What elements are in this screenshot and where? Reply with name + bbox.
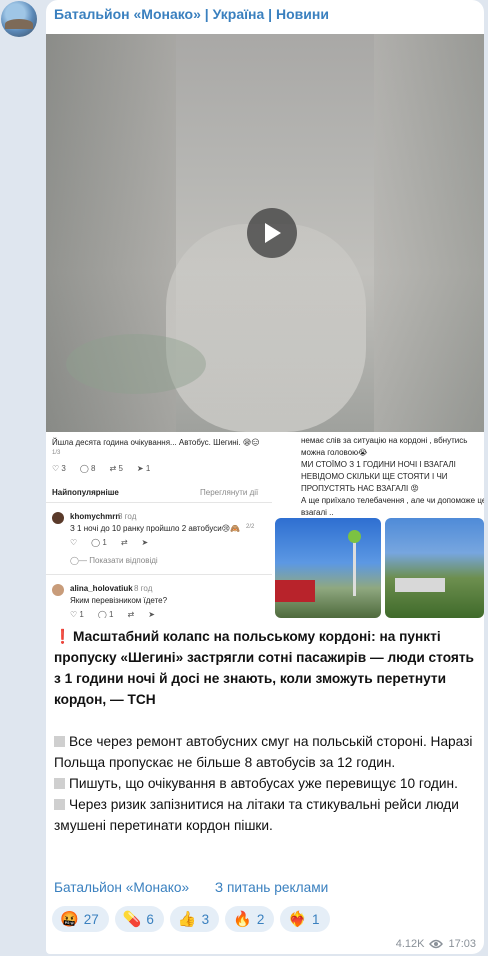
- heart-on-fire-icon: ❤️‍🔥: [288, 910, 308, 928]
- message-text: ❗ Масштабний колапс на польському кордоні…: [54, 626, 478, 836]
- exclamation-icon: ❗: [54, 629, 72, 644]
- comment-user: khomychmrn: [70, 512, 121, 521]
- reactions: 🤬 27 💊 6 👍 3 🔥 2 ❤️‍🔥 1: [52, 906, 330, 932]
- message-bubble: Батальйон «Монако» | Україна | Новини Йш…: [46, 0, 484, 954]
- bullet-icon: [54, 799, 65, 810]
- comment-time: 8 год: [134, 584, 153, 593]
- post-text: Йшла десята година очікування... Автобус…: [52, 438, 260, 447]
- comment-text: Яким перевізником їдете?: [70, 596, 168, 605]
- views-count: 4.12K: [395, 938, 425, 950]
- media-collage[interactable]: Йшла десята година очікування... Автобус…: [46, 432, 484, 618]
- comment-user: alina_holovatiuk: [70, 584, 133, 593]
- sort-label: Найпопулярніше: [52, 488, 119, 497]
- bullet-icon: [54, 736, 65, 747]
- channel-link[interactable]: Батальйон «Монако»: [54, 880, 189, 895]
- reaction-pill[interactable]: 💊 6: [114, 906, 164, 932]
- comment-text: З 1 ночі до 10 ранку пройшло 2 автобуси😢…: [70, 524, 241, 533]
- message-time: 17:03: [448, 938, 476, 950]
- comment-time: 8 год: [118, 512, 137, 521]
- headline: Масштабний колапс на польському кордоні:…: [54, 629, 474, 707]
- thumbs-up-icon: 👍: [177, 910, 197, 928]
- play-icon: [265, 223, 281, 243]
- avatar: [52, 584, 64, 596]
- post-page: 1/3: [52, 450, 61, 456]
- video-preview[interactable]: [46, 34, 484, 432]
- fire-icon: 🔥: [233, 910, 252, 928]
- photo-bus: [275, 518, 381, 618]
- channel-name[interactable]: Батальйон «Монако» | Україна | Новини: [54, 6, 329, 22]
- pill-icon: 💊: [122, 910, 142, 928]
- play-button[interactable]: [247, 208, 297, 258]
- comment-actions: ♡ ◯ 1 ⇄ ➤: [70, 538, 149, 547]
- reaction-thumbs-up[interactable]: 👍 3: [169, 906, 220, 932]
- bullet-text: Все через ремонт автобусних смуг на поль…: [54, 734, 473, 770]
- show-replies: ◯— Показати відповіді: [70, 556, 158, 565]
- bullet-text: Пишуть, що очікування в автобусах уже пе…: [69, 776, 458, 791]
- reaction-fire[interactable]: 🔥 2: [225, 906, 275, 932]
- photo-queue: [385, 518, 484, 618]
- screenshot-left: Йшла десята година очікування... Автобус…: [46, 432, 272, 618]
- post-actions: ♡ 3 ◯ 8 ⇄ 5 ➤ 1: [52, 464, 151, 473]
- comment-actions: ♡ 1 ◯ 1 ⇄ ➤: [70, 610, 155, 618]
- eye-icon: [429, 939, 444, 949]
- angry-face-icon: 🤬: [60, 910, 79, 928]
- avatar: [52, 512, 64, 524]
- screenshot-right: немає слів за ситуацію на кордоні , вбну…: [273, 432, 484, 618]
- message-meta: 4.12K 17:03: [396, 938, 476, 950]
- footer-links: Батальйон «Монако» З питань реклами: [54, 880, 350, 895]
- bullet-icon: [54, 778, 65, 789]
- bullet-text: Через ризик запізнитися на літаки та сти…: [54, 797, 459, 833]
- channel-avatar[interactable]: [1, 1, 37, 37]
- reaction-heart-fire[interactable]: ❤️‍🔥 1: [280, 906, 330, 932]
- ads-link[interactable]: З питань реклами: [215, 880, 328, 895]
- comment-page: 2/2: [246, 524, 255, 530]
- reaction-angry[interactable]: 🤬 27: [52, 906, 109, 932]
- view-activity: Переглянути дії: [200, 488, 259, 497]
